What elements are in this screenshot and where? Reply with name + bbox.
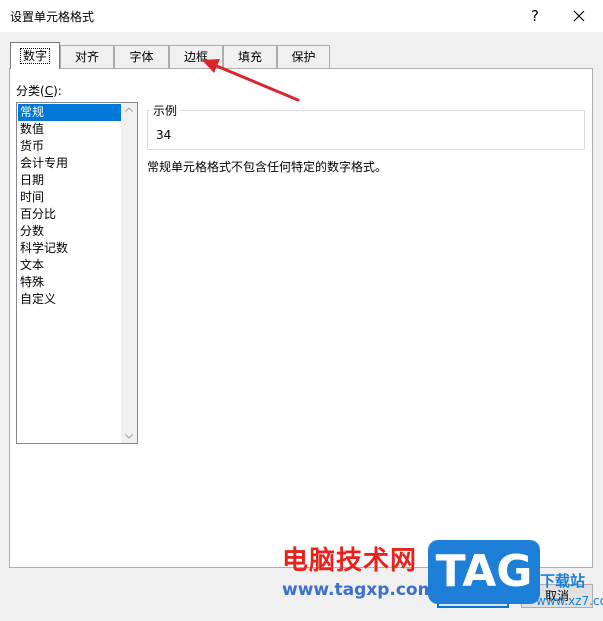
list-item[interactable]: 日期 (18, 172, 121, 189)
chevron-down-icon[interactable] (125, 434, 133, 439)
title-bar: 设置单元格格式 ? (0, 0, 603, 32)
list-item[interactable]: 自定义 (18, 291, 121, 308)
sample-groupbox (147, 110, 585, 150)
list-scrollbar[interactable] (121, 103, 137, 443)
list-item[interactable]: 货币 (18, 138, 121, 155)
list-item[interactable]: 百分比 (18, 206, 121, 223)
list-item[interactable]: 文本 (18, 257, 121, 274)
watermark-url2: www.xz7.com (536, 594, 603, 608)
list-item[interactable]: 数值 (18, 121, 121, 138)
close-icon (573, 10, 585, 22)
close-button[interactable] (565, 4, 593, 28)
watermark-logo: TAG (428, 540, 540, 604)
tab-alignment[interactable]: 对齐 (60, 45, 114, 68)
list-item[interactable]: 时间 (18, 189, 121, 206)
list-item[interactable]: 特殊 (18, 274, 121, 291)
category-label: 分类(C): (16, 84, 62, 98)
format-description: 常规单元格格式不包含任何特定的数字格式。 (147, 160, 388, 174)
list-item[interactable]: 科学记数 (18, 240, 121, 257)
tab-number[interactable]: 数字 (10, 42, 60, 69)
watermark-url: www.tagxp.com (282, 580, 436, 600)
help-button[interactable]: ? (522, 4, 548, 28)
dialog-title: 设置单元格格式 (10, 10, 95, 24)
sample-value: 34 (156, 128, 172, 142)
list-item[interactable]: 常规 (18, 104, 121, 121)
list-item[interactable]: 分数 (18, 223, 121, 240)
watermark-side-text: 下载站 (540, 572, 586, 590)
watermark-text: 电脑技术网 (282, 546, 418, 576)
tab-font[interactable]: 字体 (114, 45, 169, 68)
chevron-up-icon[interactable] (125, 107, 133, 112)
sample-title: 示例 (150, 102, 181, 119)
list-item[interactable]: 会计专用 (18, 155, 121, 172)
category-listbox[interactable]: 常规 数值 货币 会计专用 日期 时间 百分比 分数 科学记数 文本 特殊 自定… (16, 102, 138, 444)
red-arrow-annotation (202, 59, 300, 102)
